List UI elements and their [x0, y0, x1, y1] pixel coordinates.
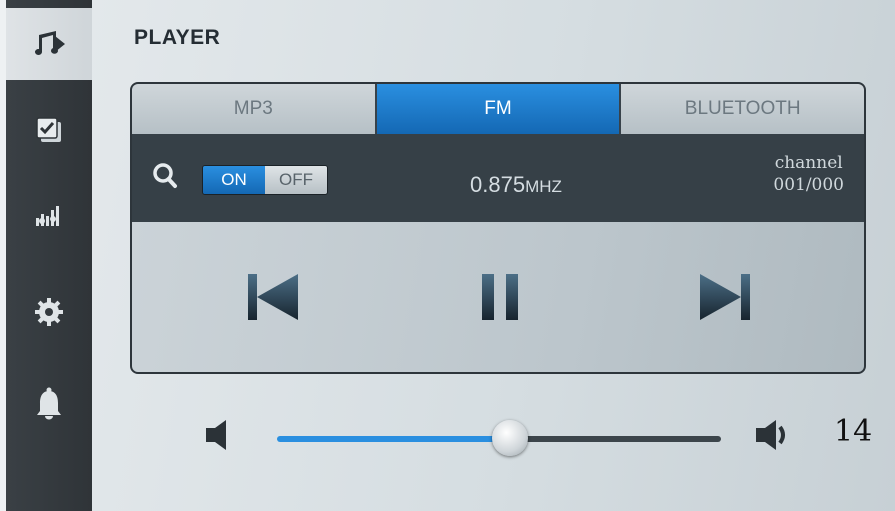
tab-bluetooth[interactable]: BLUETOOTH — [621, 84, 864, 134]
toggle-on[interactable]: ON — [203, 166, 265, 194]
pause-icon[interactable] — [480, 272, 520, 322]
checklist-icon — [36, 117, 61, 142]
sidebar-item-player[interactable] — [6, 8, 92, 80]
search-icon[interactable] — [152, 162, 178, 190]
toggle-off[interactable]: OFF — [265, 166, 327, 194]
volume-high-icon[interactable] — [754, 418, 794, 452]
tab-mp3[interactable]: MP3 — [132, 84, 377, 134]
equalizer-icon — [36, 206, 59, 226]
volume-thumb[interactable] — [492, 420, 529, 456]
volume-value: 14 — [834, 414, 873, 449]
volume-slider[interactable] — [277, 420, 721, 456]
playback-controls — [132, 222, 864, 372]
sidebar-item-checklist[interactable] — [6, 94, 92, 166]
source-tabs: MP3 FM BLUETOOTH — [132, 84, 864, 134]
main-panel: PLAYER MP3 FM BLUETOOTH ON OFF 0.875MHZ … — [92, 0, 895, 511]
bell-icon — [37, 387, 61, 420]
sidebar-item-notifications[interactable] — [6, 368, 92, 440]
frequency-unit: MHZ — [525, 177, 562, 196]
volume-track-fill — [277, 436, 511, 442]
sidebar — [6, 0, 92, 511]
sidebar-item-equalizer[interactable] — [6, 178, 92, 250]
volume-track — [510, 436, 721, 442]
sidebar-item-settings[interactable] — [6, 276, 92, 348]
music-player-icon — [34, 31, 65, 55]
tuner-info-row: ON OFF 0.875MHZ channel 001/000 — [132, 134, 864, 222]
volume-low-icon[interactable] — [204, 418, 232, 452]
skip-previous-icon[interactable] — [246, 272, 300, 322]
search-toggle[interactable]: ON OFF — [202, 165, 328, 195]
frequency-value: 0.875 — [470, 172, 526, 197]
gear-icon — [35, 298, 63, 326]
channel-display: channel 001/000 — [773, 152, 844, 196]
page-title: PLAYER — [134, 26, 221, 49]
player-card: MP3 FM BLUETOOTH ON OFF 0.875MHZ channel… — [130, 82, 866, 374]
channel-label: channel — [774, 153, 843, 173]
frequency-display: 0.875MHZ — [470, 172, 562, 198]
channel-value: 001/000 — [773, 175, 844, 195]
tab-fm[interactable]: FM — [376, 84, 622, 134]
skip-next-icon[interactable] — [698, 272, 752, 322]
